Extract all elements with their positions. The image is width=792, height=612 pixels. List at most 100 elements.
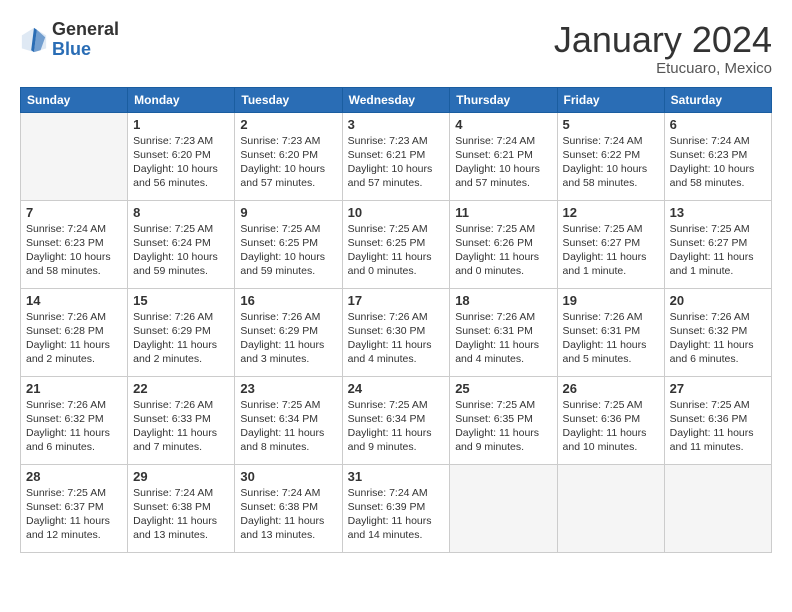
day-info: Sunrise: 7:24 AM Sunset: 6:39 PM Dayligh… xyxy=(348,486,445,543)
page: General Blue January 2024 Etucuaro, Mexi… xyxy=(0,0,792,612)
calendar-header-row: Sunday Monday Tuesday Wednesday Thursday… xyxy=(21,87,772,112)
week-row-2: 7 Sunrise: 7:24 AM Sunset: 6:23 PM Daylig… xyxy=(21,200,772,288)
week-row-5: 28Sunrise: 7:25 AM Sunset: 6:37 PM Dayli… xyxy=(21,464,772,552)
col-tuesday: Tuesday xyxy=(235,87,342,112)
calendar-cell: 28Sunrise: 7:25 AM Sunset: 6:37 PM Dayli… xyxy=(21,464,128,552)
day-number: 7 xyxy=(26,205,122,220)
day-number: 11 xyxy=(455,205,551,220)
calendar-cell: 19 Sunrise: 7:26 AM Sunset: 6:31 PM Dayli… xyxy=(557,288,664,376)
day-number: 22 xyxy=(133,381,229,396)
calendar-cell: 9Sunrise: 7:25 AM Sunset: 6:25 PM Daylig… xyxy=(235,200,342,288)
calendar-cell: 5 Sunrise: 7:24 AM Sunset: 6:22 PM Daylig… xyxy=(557,112,664,200)
subtitle: Etucuaro, Mexico xyxy=(554,60,772,77)
day-number: 3 xyxy=(348,117,445,132)
day-number: 28 xyxy=(26,469,122,484)
calendar-cell xyxy=(450,464,557,552)
calendar-cell: 22 Sunrise: 7:26 AM Sunset: 6:33 PM Dayli… xyxy=(128,376,235,464)
logo-general: General xyxy=(52,20,119,40)
day-number: 4 xyxy=(455,117,551,132)
day-info: Sunrise: 7:26 AM Sunset: 6:32 PM Dayligh… xyxy=(670,310,766,367)
day-number: 17 xyxy=(348,293,445,308)
calendar-cell: 6 Sunrise: 7:24 AM Sunset: 6:23 PM Daylig… xyxy=(664,112,771,200)
col-thursday: Thursday xyxy=(450,87,557,112)
day-info: Sunrise: 7:24 AM Sunset: 6:23 PM Dayligh… xyxy=(670,134,766,191)
main-title: January 2024 xyxy=(554,20,772,60)
day-number: 15 xyxy=(133,293,229,308)
day-info: Sunrise: 7:23 AM Sunset: 6:21 PM Dayligh… xyxy=(348,134,445,191)
calendar-cell: 17 Sunrise: 7:26 AM Sunset: 6:30 PM Dayli… xyxy=(342,288,450,376)
day-info: Sunrise: 7:24 AM Sunset: 6:23 PM Dayligh… xyxy=(26,222,122,279)
day-number: 5 xyxy=(563,117,659,132)
calendar-cell xyxy=(21,112,128,200)
day-info: Sunrise: 7:25 AM Sunset: 6:34 PM Dayligh… xyxy=(240,398,336,455)
day-number: 6 xyxy=(670,117,766,132)
calendar-cell: 24 Sunrise: 7:25 AM Sunset: 6:34 PM Dayli… xyxy=(342,376,450,464)
calendar-cell: 14Sunrise: 7:26 AM Sunset: 6:28 PM Dayli… xyxy=(21,288,128,376)
logo-blue: Blue xyxy=(52,40,119,60)
day-info: Sunrise: 7:23 AM Sunset: 6:20 PM Dayligh… xyxy=(240,134,336,191)
day-number: 23 xyxy=(240,381,336,396)
day-info: Sunrise: 7:26 AM Sunset: 6:29 PM Dayligh… xyxy=(240,310,336,367)
day-number: 10 xyxy=(348,205,445,220)
day-number: 19 xyxy=(563,293,659,308)
day-info: Sunrise: 7:26 AM Sunset: 6:29 PM Dayligh… xyxy=(133,310,229,367)
calendar-cell xyxy=(557,464,664,552)
calendar-cell: 16 Sunrise: 7:26 AM Sunset: 6:29 PM Dayli… xyxy=(235,288,342,376)
day-number: 1 xyxy=(133,117,229,132)
day-number: 29 xyxy=(133,469,229,484)
day-info: Sunrise: 7:25 AM Sunset: 6:24 PM Dayligh… xyxy=(133,222,229,279)
day-info: Sunrise: 7:25 AM Sunset: 6:27 PM Dayligh… xyxy=(563,222,659,279)
logo-text: General Blue xyxy=(52,20,119,60)
day-info: Sunrise: 7:25 AM Sunset: 6:36 PM Dayligh… xyxy=(563,398,659,455)
day-number: 13 xyxy=(670,205,766,220)
day-number: 27 xyxy=(670,381,766,396)
day-info: Sunrise: 7:25 AM Sunset: 6:26 PM Dayligh… xyxy=(455,222,551,279)
col-wednesday: Wednesday xyxy=(342,87,450,112)
day-number: 21 xyxy=(26,381,122,396)
day-info: Sunrise: 7:25 AM Sunset: 6:34 PM Dayligh… xyxy=(348,398,445,455)
calendar-cell xyxy=(664,464,771,552)
calendar-cell: 10Sunrise: 7:25 AM Sunset: 6:25 PM Dayli… xyxy=(342,200,450,288)
day-info: Sunrise: 7:25 AM Sunset: 6:35 PM Dayligh… xyxy=(455,398,551,455)
col-saturday: Saturday xyxy=(664,87,771,112)
day-info: Sunrise: 7:24 AM Sunset: 6:38 PM Dayligh… xyxy=(133,486,229,543)
calendar-cell: 15 Sunrise: 7:26 AM Sunset: 6:29 PM Dayli… xyxy=(128,288,235,376)
calendar-cell: 23 Sunrise: 7:25 AM Sunset: 6:34 PM Dayli… xyxy=(235,376,342,464)
col-sunday: Sunday xyxy=(21,87,128,112)
calendar-cell: 21 Sunrise: 7:26 AM Sunset: 6:32 PM Dayli… xyxy=(21,376,128,464)
calendar: Sunday Monday Tuesday Wednesday Thursday… xyxy=(20,87,772,553)
week-row-4: 21 Sunrise: 7:26 AM Sunset: 6:32 PM Dayli… xyxy=(21,376,772,464)
calendar-cell: 2Sunrise: 7:23 AM Sunset: 6:20 PM Daylig… xyxy=(235,112,342,200)
day-info: Sunrise: 7:24 AM Sunset: 6:38 PM Dayligh… xyxy=(240,486,336,543)
day-number: 24 xyxy=(348,381,445,396)
calendar-cell: 13Sunrise: 7:25 AM Sunset: 6:27 PM Dayli… xyxy=(664,200,771,288)
calendar-cell: 8 Sunrise: 7:25 AM Sunset: 6:24 PM Daylig… xyxy=(128,200,235,288)
calendar-cell: 1Sunrise: 7:23 AM Sunset: 6:20 PM Daylig… xyxy=(128,112,235,200)
calendar-cell: 27Sunrise: 7:25 AM Sunset: 6:36 PM Dayli… xyxy=(664,376,771,464)
day-number: 26 xyxy=(563,381,659,396)
day-info: Sunrise: 7:24 AM Sunset: 6:22 PM Dayligh… xyxy=(563,134,659,191)
calendar-cell: 30Sunrise: 7:24 AM Sunset: 6:38 PM Dayli… xyxy=(235,464,342,552)
day-info: Sunrise: 7:25 AM Sunset: 6:25 PM Dayligh… xyxy=(240,222,336,279)
day-number: 18 xyxy=(455,293,551,308)
calendar-cell: 7 Sunrise: 7:24 AM Sunset: 6:23 PM Daylig… xyxy=(21,200,128,288)
day-number: 20 xyxy=(670,293,766,308)
day-info: Sunrise: 7:26 AM Sunset: 6:31 PM Dayligh… xyxy=(563,310,659,367)
calendar-cell: 11 Sunrise: 7:25 AM Sunset: 6:26 PM Dayli… xyxy=(450,200,557,288)
col-monday: Monday xyxy=(128,87,235,112)
week-row-1: 1 Sunrise: 7:23 AM Sunset: 6:20 PM Daylig… xyxy=(21,112,772,200)
day-info: Sunrise: 7:26 AM Sunset: 6:33 PM Dayligh… xyxy=(133,398,229,455)
calendar-cell: 31Sunrise: 7:24 AM Sunset: 6:39 PM Dayli… xyxy=(342,464,450,552)
week-row-3: 14Sunrise: 7:26 AM Sunset: 6:28 PM Dayli… xyxy=(21,288,772,376)
calendar-cell: 4Sunrise: 7:24 AM Sunset: 6:21 PM Daylig… xyxy=(450,112,557,200)
calendar-cell: 18Sunrise: 7:26 AM Sunset: 6:31 PM Dayli… xyxy=(450,288,557,376)
day-number: 16 xyxy=(240,293,336,308)
logo-icon xyxy=(20,26,48,54)
day-info: Sunrise: 7:26 AM Sunset: 6:32 PM Dayligh… xyxy=(26,398,122,455)
day-number: 25 xyxy=(455,381,551,396)
day-number: 8 xyxy=(133,205,229,220)
calendar-cell: 25 Sunrise: 7:25 AM Sunset: 6:35 PM Dayli… xyxy=(450,376,557,464)
col-friday: Friday xyxy=(557,87,664,112)
day-info: Sunrise: 7:26 AM Sunset: 6:30 PM Dayligh… xyxy=(348,310,445,367)
calendar-cell: 20 Sunrise: 7:26 AM Sunset: 6:32 PM Dayli… xyxy=(664,288,771,376)
